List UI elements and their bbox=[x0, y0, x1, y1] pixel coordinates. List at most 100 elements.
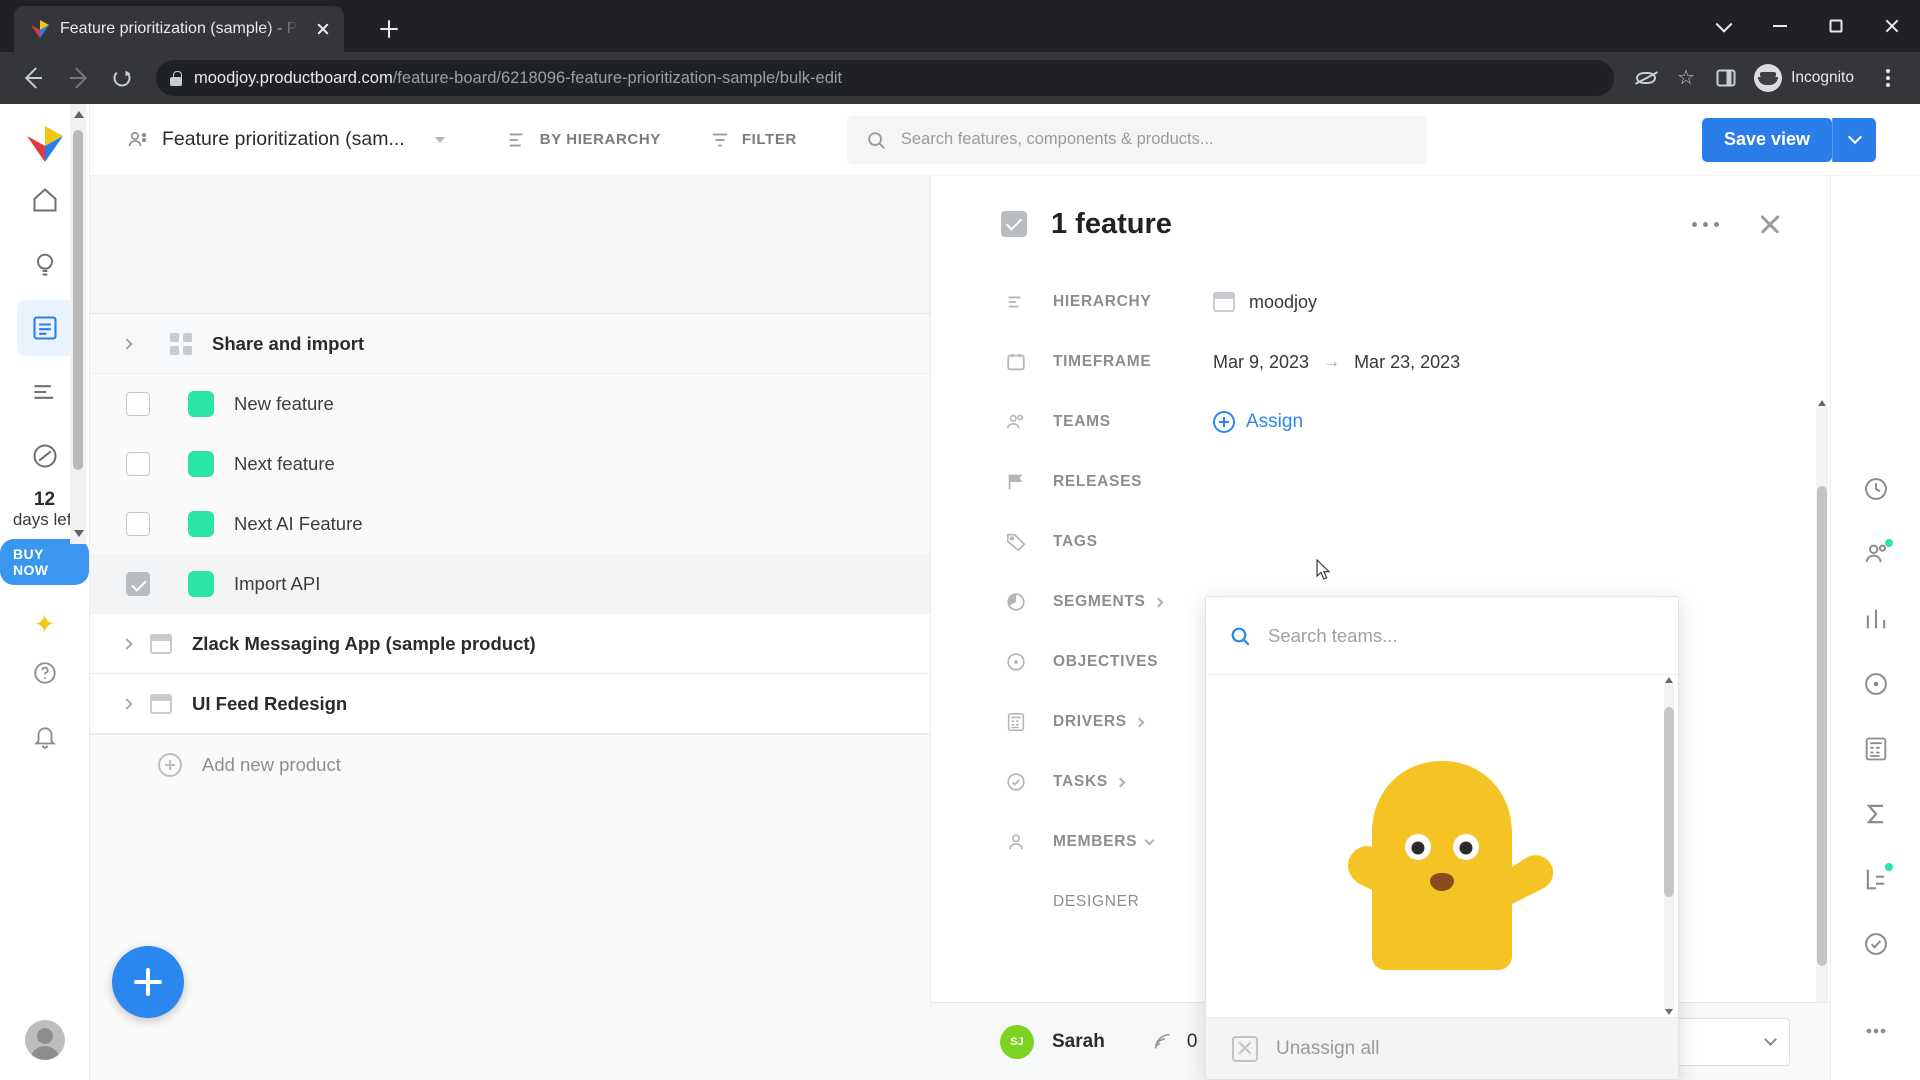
detail-scrollbar[interactable] bbox=[1816, 400, 1828, 1080]
scrollbar-thumb[interactable] bbox=[1817, 486, 1827, 966]
property-hierarchy[interactable]: HIERARCHY moodjoy bbox=[1001, 272, 1830, 332]
assign-team-button[interactable]: Assign bbox=[1213, 411, 1303, 433]
sidebar-item-home[interactable] bbox=[17, 172, 73, 228]
close-panel-icon[interactable] bbox=[1754, 208, 1786, 240]
selection-checkbox[interactable] bbox=[1001, 211, 1027, 237]
chevron-down-icon[interactable] bbox=[1764, 1033, 1777, 1046]
scroll-up-icon[interactable] bbox=[1665, 677, 1673, 683]
side-panel-icon[interactable] bbox=[1708, 60, 1744, 96]
timeframe-start[interactable]: Mar 9, 2023 bbox=[1213, 352, 1309, 373]
tracking-protection-icon[interactable] bbox=[1628, 60, 1664, 96]
search-input[interactable]: Search features, components & products..… bbox=[846, 115, 1427, 164]
tab-search-icon[interactable] bbox=[1696, 0, 1752, 52]
property-value[interactable]: Mar 9, 2023 → Mar 23, 2023 bbox=[1213, 352, 1460, 373]
people-icon[interactable] bbox=[1853, 533, 1899, 576]
row-checkbox[interactable] bbox=[126, 392, 150, 416]
add-feature-fab[interactable] bbox=[112, 946, 184, 1018]
board-selector[interactable]: Feature prioritization (sam... bbox=[126, 128, 445, 152]
board-icon bbox=[128, 131, 147, 146]
chevron-down-icon[interactable] bbox=[1144, 835, 1155, 845]
chevron-down-icon[interactable] bbox=[434, 136, 445, 143]
filter-button[interactable]: FILTER bbox=[709, 129, 797, 151]
expand-chevron-icon[interactable] bbox=[112, 697, 142, 710]
property-releases[interactable]: RELEASES bbox=[1001, 452, 1830, 512]
scrollbar-thumb[interactable] bbox=[1664, 707, 1674, 897]
buy-now-button[interactable]: BUY NOW bbox=[0, 539, 89, 586]
table-row[interactable]: Import API bbox=[90, 554, 930, 614]
grid-icon bbox=[170, 332, 192, 355]
dependencies-icon[interactable] bbox=[1853, 857, 1899, 900]
row-checkbox[interactable] bbox=[126, 512, 150, 536]
scrollbar-thumb[interactable] bbox=[73, 130, 83, 470]
avatar[interactable]: SJ bbox=[1000, 1024, 1034, 1059]
save-view-chevron-down-icon[interactable] bbox=[1832, 117, 1876, 162]
teams-search-placeholder: Search teams... bbox=[1268, 624, 1398, 646]
notifications-bell-icon[interactable] bbox=[17, 709, 73, 765]
chart-icon[interactable] bbox=[1853, 598, 1899, 641]
productboard-logo-icon[interactable] bbox=[24, 124, 66, 164]
property-timeframe[interactable]: TIMEFRAME Mar 9, 2023 → Mar 23, 2023 bbox=[1001, 332, 1830, 392]
scroll-down-icon[interactable] bbox=[1665, 1009, 1673, 1015]
add-new-product-row[interactable]: Add new product bbox=[90, 734, 930, 794]
timeframe-end[interactable]: Mar 23, 2023 bbox=[1354, 352, 1460, 373]
teams-list-scrollbar[interactable] bbox=[1664, 677, 1674, 1015]
sigma-icon[interactable] bbox=[1853, 792, 1899, 835]
browser-toolbar: moodjoy.productboard.com/feature-board/6… bbox=[0, 52, 1920, 104]
scroll-down-icon[interactable] bbox=[74, 530, 84, 537]
chevron-right-icon[interactable] bbox=[1153, 597, 1164, 607]
objectives-icon bbox=[1001, 651, 1031, 673]
expand-chevron-icon[interactable] bbox=[112, 337, 142, 350]
list-item[interactable]: Share and import bbox=[90, 314, 930, 374]
incognito-profile-button[interactable]: Incognito bbox=[1748, 61, 1866, 95]
back-icon[interactable] bbox=[14, 58, 54, 98]
browser-tab[interactable]: Feature prioritization (sample) - P bbox=[14, 6, 344, 52]
scroll-up-icon[interactable] bbox=[1818, 400, 1826, 406]
property-teams[interactable]: TEAMS Assign bbox=[1001, 392, 1830, 452]
property-label-text: DRIVERS bbox=[1053, 713, 1127, 730]
expand-chevron-icon[interactable] bbox=[112, 637, 142, 650]
by-hierarchy-button[interactable]: BY HIERARCHY bbox=[505, 129, 661, 151]
scroll-up-icon[interactable] bbox=[74, 111, 84, 118]
table-row[interactable]: Next feature bbox=[90, 434, 930, 494]
insights-metric[interactable]: 0 bbox=[1151, 1031, 1197, 1053]
more-options-icon[interactable] bbox=[1692, 212, 1722, 236]
hierarchy-icon bbox=[1001, 291, 1031, 313]
save-view-button[interactable]: Save view bbox=[1701, 117, 1832, 162]
row-checkbox[interactable] bbox=[126, 572, 150, 596]
sidebar-item-insights[interactable] bbox=[17, 236, 73, 292]
sidebar-item-features[interactable] bbox=[16, 300, 73, 356]
reload-icon[interactable] bbox=[102, 58, 142, 98]
forward-icon[interactable] bbox=[58, 58, 98, 98]
unassign-all-button[interactable]: Unassign all bbox=[1206, 1017, 1678, 1079]
plus-circle-icon bbox=[1213, 411, 1235, 433]
minimize-icon[interactable] bbox=[1752, 0, 1808, 52]
address-bar[interactable]: moodjoy.productboard.com/feature-board/6… bbox=[156, 60, 1615, 96]
bookmark-star-icon[interactable]: ☆ bbox=[1668, 60, 1704, 96]
objective-icon[interactable] bbox=[1853, 663, 1899, 706]
rail-scrollbar[interactable] bbox=[70, 104, 86, 544]
sidebar-item-roadmap[interactable] bbox=[17, 364, 73, 420]
chevron-right-icon[interactable] bbox=[1134, 717, 1145, 727]
teams-search-input[interactable]: Search teams... bbox=[1206, 597, 1678, 675]
maximize-icon[interactable] bbox=[1808, 0, 1864, 52]
property-tags[interactable]: TAGS bbox=[1001, 512, 1830, 572]
ai-sparkle-icon[interactable]: ✦ bbox=[34, 611, 56, 637]
new-tab-button[interactable] bbox=[372, 12, 406, 46]
row-checkbox[interactable] bbox=[126, 452, 150, 476]
history-icon[interactable] bbox=[1853, 468, 1899, 511]
list-item[interactable]: UI Feed Redesign bbox=[90, 674, 930, 734]
close-tab-icon[interactable] bbox=[310, 16, 336, 42]
table-row[interactable]: Next AI Feature bbox=[90, 494, 930, 554]
list-item[interactable]: Zlack Messaging App (sample product) bbox=[90, 614, 930, 674]
sidebar-item-portal[interactable] bbox=[17, 428, 73, 484]
user-avatar[interactable] bbox=[24, 1020, 65, 1060]
tasks-check-icon[interactable] bbox=[1853, 922, 1899, 965]
close-window-icon[interactable] bbox=[1864, 0, 1920, 52]
chrome-menu-icon[interactable] bbox=[1870, 60, 1906, 96]
table-row[interactable]: New feature bbox=[90, 374, 930, 434]
more-tools-icon[interactable] bbox=[1853, 1009, 1899, 1052]
property-value[interactable]: moodjoy bbox=[1213, 292, 1317, 313]
help-icon[interactable] bbox=[17, 645, 73, 701]
calculator-icon[interactable] bbox=[1853, 728, 1899, 771]
chevron-right-icon[interactable] bbox=[1115, 777, 1126, 787]
